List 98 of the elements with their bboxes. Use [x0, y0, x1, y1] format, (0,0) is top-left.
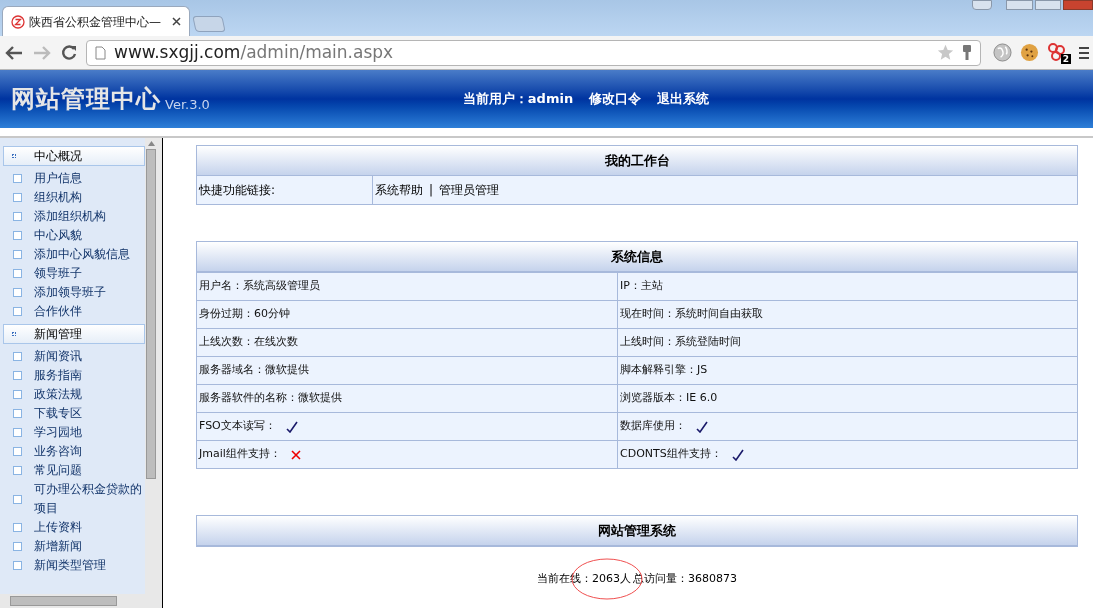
horizontal-scrollbar[interactable] — [0, 594, 157, 608]
maximize-button[interactable] — [1035, 0, 1061, 10]
table-cell: 现在时间：系统时间自由获取 — [620, 306, 763, 323]
table-cell: 用户名：系统高级管理员 — [199, 278, 320, 295]
sidebar-item[interactable]: 新闻类型管理 — [34, 556, 106, 575]
item-icon — [13, 193, 22, 202]
page-icon — [95, 45, 106, 60]
sidebar-item[interactable]: 新闻资讯 — [34, 347, 82, 366]
menu-group-header[interactable]: 中心概况 — [3, 146, 145, 166]
header-link[interactable]: 退出系统 — [657, 89, 710, 109]
new-tab-button[interactable] — [192, 16, 226, 32]
sidebar-item[interactable]: 添加组织机构 — [34, 207, 106, 226]
sidebar-item[interactable]: 上传资料 — [34, 518, 82, 537]
item-icon — [13, 371, 22, 380]
sidebar-item[interactable]: 合作伙伴 — [34, 302, 82, 321]
item-icon — [13, 231, 22, 240]
table-cell: 脚本解释引擎：JS — [620, 362, 708, 379]
sidebar-item[interactable]: 服务指南 — [34, 366, 82, 385]
scroll-up-icon[interactable] — [147, 141, 155, 146]
group-title: 中心概况 — [34, 148, 82, 165]
minimize-button[interactable] — [1006, 0, 1033, 10]
item-icon — [13, 447, 22, 456]
table-cell: 快捷功能链接: — [197, 176, 373, 204]
table-cell: FSO文本读写： — [199, 418, 276, 435]
sidebar-item[interactable]: 业务咨询 — [34, 442, 82, 461]
close-icon[interactable] — [172, 17, 181, 26]
table-cell: 浏览器版本：IE 6.0 — [620, 390, 718, 407]
extension-badge: 2 — [1060, 53, 1071, 64]
panel-header: 网站管理系统 — [197, 516, 1077, 546]
site-logo: 网站管理中心 — [11, 84, 161, 115]
item-icon — [13, 428, 22, 437]
sidebar-item[interactable]: 领导班子 — [34, 264, 82, 283]
panel-header: 系统信息 — [197, 242, 1077, 272]
panel-header: 我的工作台 — [197, 146, 1077, 176]
reload-icon[interactable] — [60, 43, 78, 62]
help-link[interactable]: 系统帮助 — [375, 181, 423, 199]
forward-icon[interactable] — [32, 44, 52, 61]
header-link[interactable]: 修改口令 — [589, 89, 642, 109]
table-cell: IP：主站 — [620, 278, 663, 295]
dots-icon — [12, 154, 16, 158]
check-icon — [285, 420, 298, 433]
cookie-icon[interactable] — [1020, 43, 1039, 62]
version-label: Ver.3.0 — [165, 96, 210, 115]
item-icon — [13, 390, 22, 399]
item-icon — [13, 250, 22, 259]
back-icon[interactable] — [4, 44, 24, 61]
url-text: www.sxgjj.com/admin/main.aspx — [114, 40, 394, 64]
item-icon — [13, 466, 22, 475]
online-count: 当前在线：2063人 — [537, 571, 631, 587]
sidebar-item[interactable]: 用户信息 — [34, 169, 82, 188]
check-icon — [696, 420, 708, 433]
group-title: 新闻管理 — [34, 326, 82, 343]
item-icon — [13, 352, 22, 361]
link-separator: | — [429, 182, 434, 199]
site-icon — [11, 14, 25, 29]
table-cell: CDONTS组件支持： — [620, 446, 722, 463]
sidebar-item[interactable]: 新增新闻 — [34, 537, 82, 556]
sidebar-item[interactable]: 常见问题 — [34, 461, 82, 480]
item-icon — [13, 409, 22, 418]
sidebar-item[interactable]: 可办理公积金贷款的项目 — [34, 480, 145, 518]
sidebar-item[interactable]: 学习园地 — [34, 423, 82, 442]
item-icon — [13, 494, 22, 504]
close-button[interactable] — [1063, 0, 1093, 10]
item-icon — [13, 561, 22, 570]
sidebar-item[interactable]: 下载专区 — [34, 404, 82, 423]
item-icon — [13, 174, 22, 183]
sidebar-item[interactable]: 中心风貌 — [34, 226, 82, 245]
key-icon[interactable] — [962, 44, 972, 61]
table-cell: 身份过期：60分钟 — [199, 306, 290, 323]
sidebar-item[interactable]: 组织机构 — [34, 188, 82, 207]
browser-tab[interactable]: 陕西省公积金管理中心— — [2, 6, 190, 36]
address-bar[interactable]: www.sxgjj.com/admin/main.aspx — [86, 39, 981, 66]
dots-icon — [12, 332, 16, 336]
tab-title: 陕西省公积金管理中心— — [29, 13, 161, 31]
item-icon — [13, 307, 22, 316]
current-user: 当前用户：admin — [462, 90, 574, 109]
item-icon — [13, 288, 22, 297]
menu-group-header[interactable]: 新闻管理 — [3, 324, 145, 344]
table-cell: 数据库使用： — [620, 418, 686, 435]
user-icon[interactable] — [972, 0, 992, 10]
menu-icon[interactable] — [1079, 45, 1089, 60]
total-visits: 总访问量：3680873 — [633, 571, 737, 587]
table-cell: 服务器软件的名称：微软提供 — [199, 390, 342, 407]
admin-link[interactable]: 管理员管理 — [439, 181, 500, 199]
table-cell: 上线次数：在线次数 — [199, 334, 298, 351]
item-icon — [13, 269, 22, 278]
item-icon — [13, 523, 22, 532]
item-icon — [13, 542, 22, 551]
table-cell: 上线时间：系统登陆时间 — [620, 334, 741, 351]
sidebar-item[interactable]: 政策法规 — [34, 385, 82, 404]
table-cell: 服务器域名：微软提供 — [199, 362, 309, 379]
check-icon — [731, 448, 744, 461]
sidebar-item[interactable]: 添加领导班子 — [34, 283, 106, 302]
star-icon[interactable] — [937, 44, 954, 61]
sidebar-item[interactable]: 添加中心风貌信息 — [34, 245, 130, 264]
item-icon — [13, 212, 22, 221]
cross-icon — [290, 449, 301, 460]
table-cell: Jmail组件支持： — [199, 446, 281, 463]
